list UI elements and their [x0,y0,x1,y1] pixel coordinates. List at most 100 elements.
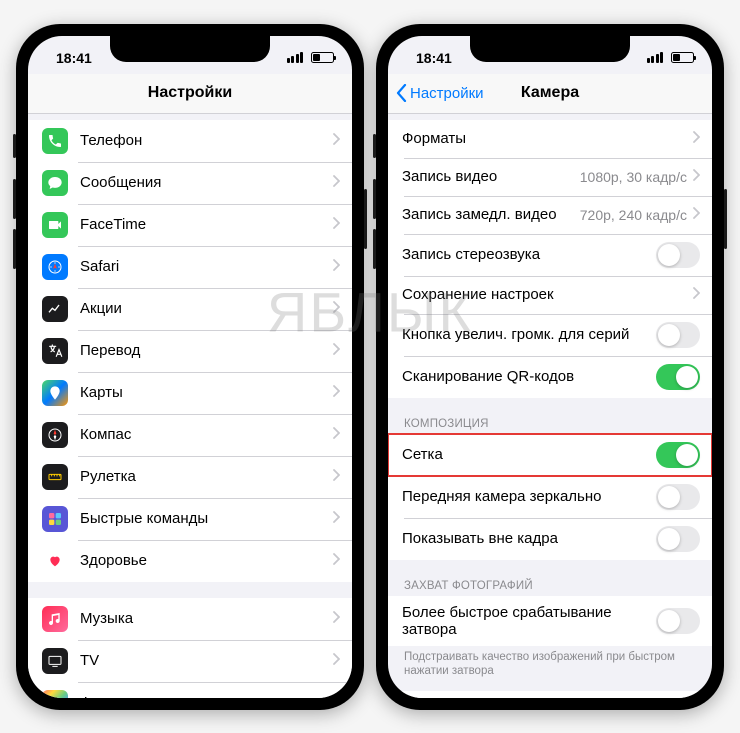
row-label: Перевод [80,342,333,359]
settings-row[interactable]: Перевод [28,330,352,372]
volume-down-button [13,229,16,269]
row-label: Фото [80,694,333,698]
row-label: Форматы [402,130,693,147]
mute-switch [13,134,16,158]
settings-row[interactable]: Сканирование QR-кодов [388,356,712,398]
section-footer: Подстраивать качество изображений при бы… [388,646,712,682]
battery-icon [311,52,334,63]
chevron-right-icon [693,286,700,303]
settings-list[interactable]: Телефон Сообщения FaceTime Safari Акции Перев… [28,114,352,698]
chevron-right-icon [333,652,340,669]
nav-header: Настройки [28,74,352,114]
row-label: Показывать вне кадра [402,530,656,547]
settings-row[interactable]: FaceTime [28,204,352,246]
row-label: Акции [80,300,333,317]
page-title: Камера [521,84,579,102]
row-label: Более быстрое срабатывание затвора [402,604,656,638]
chevron-right-icon [693,130,700,147]
row-label: Запись стереозвука [402,246,656,263]
row-label: Телефон [80,132,333,149]
row-label: Передняя камера зеркально [402,488,656,505]
row-label: Компас [80,426,333,443]
chevron-right-icon [333,216,340,233]
volume-up-button [13,179,16,219]
settings-row[interactable]: Быстрые команды [28,498,352,540]
row-label: Запись замедл. видео [402,206,580,223]
compass-icon [42,254,68,280]
status-time: 18:41 [416,50,452,66]
section-header: ЗАХВАТ ФОТОГРАФИЙ [388,576,712,596]
settings-row[interactable]: Рулетка [28,456,352,498]
signal-icon [647,52,664,63]
translate-icon [42,338,68,364]
toggle-switch[interactable] [656,608,700,634]
row-label: Сообщения [80,174,333,191]
settings-row[interactable]: Запись видео1080p, 30 кадр/с [388,158,712,196]
settings-row[interactable]: TV [28,640,352,682]
toggle-switch[interactable] [656,322,700,348]
settings-row[interactable]: Акции [28,288,352,330]
settings-row[interactable]: Музыка [28,598,352,640]
phone-icon [42,128,68,154]
settings-row[interactable]: Сообщения [28,162,352,204]
chevron-right-icon [333,510,340,527]
signal-icon [287,52,304,63]
row-label: Карты [80,384,333,401]
health-icon [42,548,68,574]
settings-row[interactable]: Сетка [388,434,712,476]
toggle-switch[interactable] [656,242,700,268]
chevron-right-icon [333,552,340,569]
map-icon [42,380,68,406]
row-label: Safari [80,258,333,275]
row-label: Запись видео [402,168,580,185]
row-label: FaceTime [80,216,333,233]
iphone-right: 18:41 Настройки Камера Форматы Запись вид… [376,24,724,710]
camera-settings-list[interactable]: ФорматыЗапись видео1080p, 30 кадр/сЗапис… [388,114,712,698]
compass2-icon [42,422,68,448]
settings-row[interactable]: Более быстрое срабатывание затвора [388,596,712,646]
settings-row[interactable]: Карты [28,372,352,414]
toggle-switch[interactable] [656,526,700,552]
back-button[interactable]: Настройки [396,74,484,113]
video-icon [42,212,68,238]
toggle-switch[interactable] [656,364,700,390]
chevron-right-icon [333,300,340,317]
row-label: TV [80,652,333,669]
message-icon [42,170,68,196]
chevron-right-icon [333,342,340,359]
photo-icon [42,690,68,698]
settings-row[interactable]: Показывать вне кадра [388,518,712,560]
row-value: 1080p, 30 кадр/с [580,169,687,185]
settings-row[interactable]: Передняя камера зеркально [388,476,712,518]
row-label: Сетка [402,446,656,463]
iphone-left: 18:41 Настройки ТелефонСообщенияFaceTime… [16,24,364,710]
row-label: Сканирование QR-кодов [402,368,656,385]
back-label: Настройки [410,85,484,102]
chevron-right-icon [693,206,700,223]
settings-row[interactable]: Здоровье [28,540,352,582]
row-label: Быстрые команды [80,510,333,527]
page-title: Настройки [148,84,232,102]
ruler-icon [42,464,68,490]
stocks-icon [42,296,68,322]
settings-row[interactable]: Запись замедл. видео720p, 240 кадр/с [388,196,712,234]
shortcuts-icon [42,506,68,532]
settings-row[interactable]: Фото [28,682,352,698]
power-button [364,189,367,249]
settings-row[interactable]: Компас [28,414,352,456]
nav-header: Настройки Камера [388,74,712,114]
settings-row[interactable]: Запись стереозвука [388,234,712,276]
row-label: Рулетка [80,468,333,485]
row-label: Сохранение настроек [402,286,693,303]
toggle-switch[interactable] [656,484,700,510]
settings-row[interactable]: Сохранение настроек [388,276,712,314]
settings-row[interactable]: Телефон [28,120,352,162]
mute-switch [373,134,376,158]
settings-row[interactable]: Форматы [388,120,712,158]
settings-row[interactable]: Кнопка увелич. громк. для серий [388,314,712,356]
music-icon [42,606,68,632]
toggle-switch[interactable] [656,442,700,468]
settings-row[interactable]: Safari [28,246,352,288]
row-label: Кнопка увелич. громк. для серий [402,326,656,343]
settings-row[interactable]: Смарт-HDR [388,691,712,697]
